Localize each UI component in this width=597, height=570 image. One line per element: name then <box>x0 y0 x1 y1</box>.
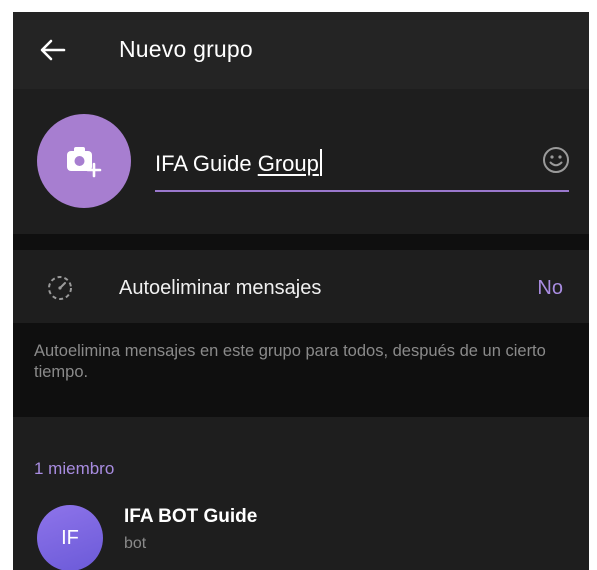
emoji-button[interactable] <box>533 140 579 180</box>
group-info-section: IFA Guide Group <box>13 89 589 234</box>
auto-delete-info-panel: Autoelimina mensajes en este grupo para … <box>13 323 589 417</box>
avatar: IF <box>37 505 103 570</box>
members-count-header: 1 miembro <box>34 459 115 478</box>
page-title: Nuevo grupo <box>119 36 253 62</box>
members-section: 1 miembro IF IFA BOT Guide bot <box>13 417 589 570</box>
back-button[interactable] <box>31 30 75 70</box>
text-caret <box>319 149 322 176</box>
group-name-underline <box>155 190 569 192</box>
smile-icon <box>543 147 569 173</box>
group-name-text: IFA Guide <box>155 151 258 176</box>
auto-delete-label: Autoeliminar mensajes <box>119 277 322 299</box>
section-divider <box>13 234 589 250</box>
timer-icon <box>48 276 72 300</box>
arrow-left-icon <box>40 39 66 61</box>
app-window: Nuevo grupo IFA Guide Group Autoeliminar… <box>13 12 589 570</box>
auto-delete-info-text: Autoelimina mensajes en este grupo para … <box>34 342 546 381</box>
member-status: bot <box>124 535 147 552</box>
top-bar: Nuevo grupo <box>13 12 589 89</box>
auto-delete-messages-row[interactable]: Autoeliminar mensajes No <box>13 250 589 323</box>
group-name-input[interactable]: IFA Guide Group <box>155 145 545 183</box>
auto-delete-value: No <box>537 277 563 299</box>
camera-add-icon <box>67 147 102 178</box>
set-group-photo-button[interactable] <box>37 114 131 208</box>
group-name-composing-word: Group <box>257 151 319 176</box>
member-list-item[interactable]: IF IFA BOT Guide bot <box>13 491 589 570</box>
member-name: IFA BOT Guide <box>124 506 258 527</box>
